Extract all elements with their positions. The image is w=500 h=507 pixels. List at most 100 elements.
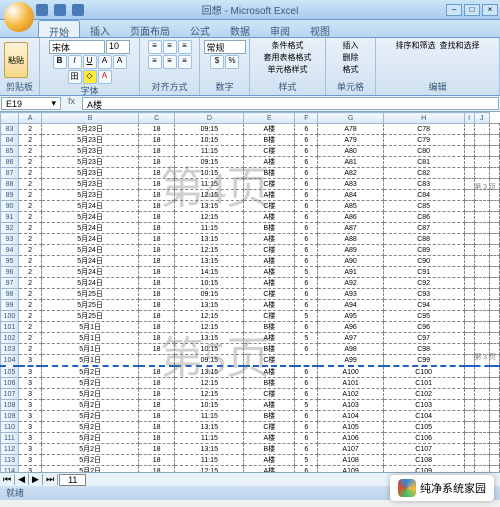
cell[interactable]: A92 xyxy=(318,278,383,289)
cell[interactable]: 10:15 xyxy=(175,168,244,179)
cell[interactable]: C楼 xyxy=(244,289,295,300)
cell[interactable]: C楼 xyxy=(244,179,295,190)
cell[interactable]: A98 xyxy=(318,344,383,355)
cell[interactable]: A97 xyxy=(318,333,383,344)
maximize-button[interactable]: □ xyxy=(464,4,480,16)
cell[interactable]: 12:15 xyxy=(175,311,244,322)
cell[interactable]: 18 xyxy=(138,267,174,278)
cell[interactable]: A楼 xyxy=(244,256,295,267)
cell[interactable]: 2 xyxy=(19,146,42,157)
cell[interactable]: 2 xyxy=(19,212,42,223)
cell[interactable] xyxy=(464,223,474,234)
tab-insert[interactable]: 插入 xyxy=(80,20,120,37)
cell[interactable]: A楼 xyxy=(244,190,295,201)
font-name-select[interactable]: 宋体 xyxy=(49,40,105,54)
cell[interactable]: 14:15 xyxy=(175,267,244,278)
cell[interactable]: C79 xyxy=(383,135,464,146)
cell[interactable]: 2 xyxy=(19,157,42,168)
cell[interactable]: 18 xyxy=(138,124,174,135)
cell[interactable]: 6 xyxy=(295,234,318,245)
cell[interactable]: A102 xyxy=(318,389,383,400)
cell[interactable] xyxy=(489,223,499,234)
italic-button[interactable]: I xyxy=(68,55,82,69)
cell[interactable] xyxy=(464,366,474,378)
cell[interactable]: 5月23日 xyxy=(42,135,139,146)
cell[interactable] xyxy=(489,267,499,278)
cell[interactable]: A楼 xyxy=(244,157,295,168)
cell[interactable]: 6 xyxy=(295,124,318,135)
quick-access-toolbar[interactable] xyxy=(36,4,84,16)
cell[interactable]: A90 xyxy=(318,256,383,267)
cell[interactable]: C楼 xyxy=(244,355,295,367)
tab-nav-last[interactable]: ⏭ xyxy=(43,474,58,485)
cell[interactable] xyxy=(464,422,474,433)
cell[interactable]: 18 xyxy=(138,190,174,201)
cell[interactable] xyxy=(464,212,474,223)
align-left-button[interactable]: ≡ xyxy=(148,55,162,69)
cell[interactable]: 5月25日 xyxy=(42,300,139,311)
row-header[interactable]: 108 xyxy=(1,400,19,411)
cell[interactable]: 12:15 xyxy=(175,466,244,473)
cell[interactable]: 2 xyxy=(19,201,42,212)
cell[interactable]: 18 xyxy=(138,400,174,411)
cell[interactable]: 2 xyxy=(19,289,42,300)
cell[interactable]: 11:15 xyxy=(175,146,244,157)
cell[interactable]: C楼 xyxy=(244,146,295,157)
cell[interactable] xyxy=(464,245,474,256)
cell[interactable] xyxy=(489,124,499,135)
cell[interactable]: 18 xyxy=(138,245,174,256)
cell[interactable]: A93 xyxy=(318,289,383,300)
align-right-button[interactable]: ≡ xyxy=(178,55,192,69)
col-header[interactable]: G xyxy=(318,113,383,124)
cell[interactable]: 09:15 xyxy=(175,355,244,367)
cell[interactable]: A105 xyxy=(318,422,383,433)
tab-view[interactable]: 视图 xyxy=(300,20,340,37)
cell[interactable]: C106 xyxy=(383,433,464,444)
cell[interactable]: 6 xyxy=(295,201,318,212)
cell[interactable] xyxy=(489,466,499,473)
cell[interactable]: 18 xyxy=(138,378,174,389)
cell[interactable]: 13:15 xyxy=(175,300,244,311)
row-header[interactable]: 111 xyxy=(1,433,19,444)
cell[interactable]: 6 xyxy=(295,245,318,256)
cell[interactable]: 12:15 xyxy=(175,190,244,201)
cell[interactable]: A87 xyxy=(318,223,383,234)
cell[interactable]: 18 xyxy=(138,278,174,289)
cell[interactable]: 5月24日 xyxy=(42,267,139,278)
cell[interactable]: 2 xyxy=(19,311,42,322)
row-header[interactable]: 85 xyxy=(1,146,19,157)
row-header[interactable]: 113 xyxy=(1,455,19,466)
cell[interactable] xyxy=(474,400,489,411)
cell[interactable] xyxy=(489,422,499,433)
cell[interactable] xyxy=(489,333,499,344)
row-header[interactable]: 90 xyxy=(1,201,19,212)
cell[interactable]: 12:15 xyxy=(175,245,244,256)
cell[interactable]: B楼 xyxy=(244,378,295,389)
cell[interactable]: A88 xyxy=(318,234,383,245)
cell[interactable]: B楼 xyxy=(244,135,295,146)
cell[interactable]: 18 xyxy=(138,389,174,400)
cell[interactable] xyxy=(474,278,489,289)
cell[interactable]: A楼 xyxy=(244,466,295,473)
font-grow-button[interactable]: A xyxy=(98,55,112,69)
cell[interactable]: 3 xyxy=(19,466,42,473)
cell[interactable]: A101 xyxy=(318,378,383,389)
cell[interactable] xyxy=(474,146,489,157)
sheet-tab[interactable]: 11 xyxy=(59,474,86,486)
cell[interactable]: 3 xyxy=(19,400,42,411)
cell[interactable]: A83 xyxy=(318,179,383,190)
cell[interactable]: A楼 xyxy=(244,366,295,378)
cell[interactable]: 18 xyxy=(138,333,174,344)
cell[interactable]: 2 xyxy=(19,179,42,190)
cell[interactable] xyxy=(474,411,489,422)
cell[interactable]: C89 xyxy=(383,245,464,256)
cell[interactable]: 18 xyxy=(138,157,174,168)
cell[interactable]: C92 xyxy=(383,278,464,289)
cell[interactable] xyxy=(464,389,474,400)
cell[interactable]: 3 xyxy=(19,455,42,466)
cell[interactable] xyxy=(489,245,499,256)
cell[interactable]: 5月2日 xyxy=(42,466,139,473)
cell[interactable] xyxy=(489,300,499,311)
formula-input[interactable]: A楼 xyxy=(82,97,499,110)
row-header[interactable]: 102 xyxy=(1,333,19,344)
